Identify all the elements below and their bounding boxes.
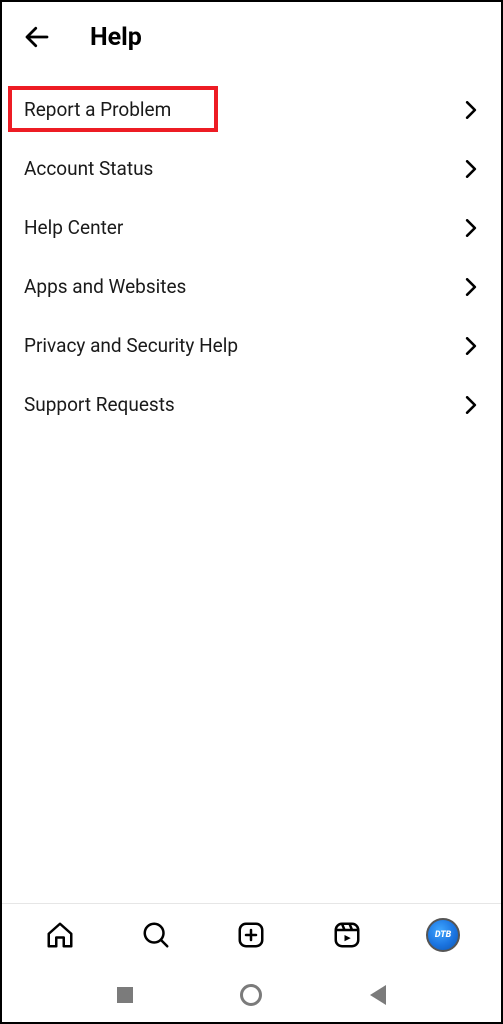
nav-profile[interactable]: DTB: [426, 918, 460, 952]
menu-item-label: Apps and Websites: [24, 275, 186, 298]
nav-search[interactable]: [139, 918, 173, 952]
menu-item-support-requests[interactable]: Support Requests: [2, 375, 501, 434]
nav-reels[interactable]: [330, 918, 364, 952]
menu-item-help-center[interactable]: Help Center: [2, 198, 501, 257]
chevron-right-icon: [463, 397, 479, 413]
menu-list: Report a Problem Account Status Help Cen…: [2, 72, 501, 903]
menu-item-label: Help Center: [24, 216, 123, 239]
app-nav-bar: DTB: [2, 903, 501, 966]
menu-item-apps-websites[interactable]: Apps and Websites: [2, 257, 501, 316]
device-nav-bar: [2, 966, 501, 1022]
nav-create[interactable]: [234, 918, 268, 952]
chevron-right-icon: [463, 279, 479, 295]
header: Help: [2, 2, 501, 72]
arrow-left-icon: [22, 22, 52, 52]
menu-item-report-problem[interactable]: Report a Problem: [2, 80, 501, 139]
chevron-right-icon: [463, 161, 479, 177]
menu-item-account-status[interactable]: Account Status: [2, 139, 501, 198]
square-icon: [117, 987, 133, 1003]
device-back-button[interactable]: [367, 984, 389, 1006]
device-recents-button[interactable]: [114, 984, 136, 1006]
back-button[interactable]: [22, 22, 52, 52]
menu-item-privacy-security[interactable]: Privacy and Security Help: [2, 316, 501, 375]
menu-item-label: Privacy and Security Help: [24, 334, 238, 357]
chevron-right-icon: [463, 102, 479, 118]
nav-home[interactable]: [43, 918, 77, 952]
page-title: Help: [90, 23, 142, 52]
reels-icon: [332, 920, 362, 950]
home-icon: [45, 920, 75, 950]
avatar-icon: DTB: [426, 918, 460, 952]
triangle-left-icon: [370, 985, 386, 1005]
chevron-right-icon: [463, 338, 479, 354]
menu-item-label: Report a Problem: [24, 98, 171, 121]
plus-square-icon: [236, 920, 266, 950]
chevron-right-icon: [463, 220, 479, 236]
avatar-text: DTB: [435, 930, 451, 940]
circle-icon: [240, 984, 262, 1006]
device-home-button[interactable]: [240, 984, 262, 1006]
menu-item-label: Support Requests: [24, 393, 175, 416]
search-icon: [141, 920, 171, 950]
menu-item-label: Account Status: [24, 157, 153, 180]
